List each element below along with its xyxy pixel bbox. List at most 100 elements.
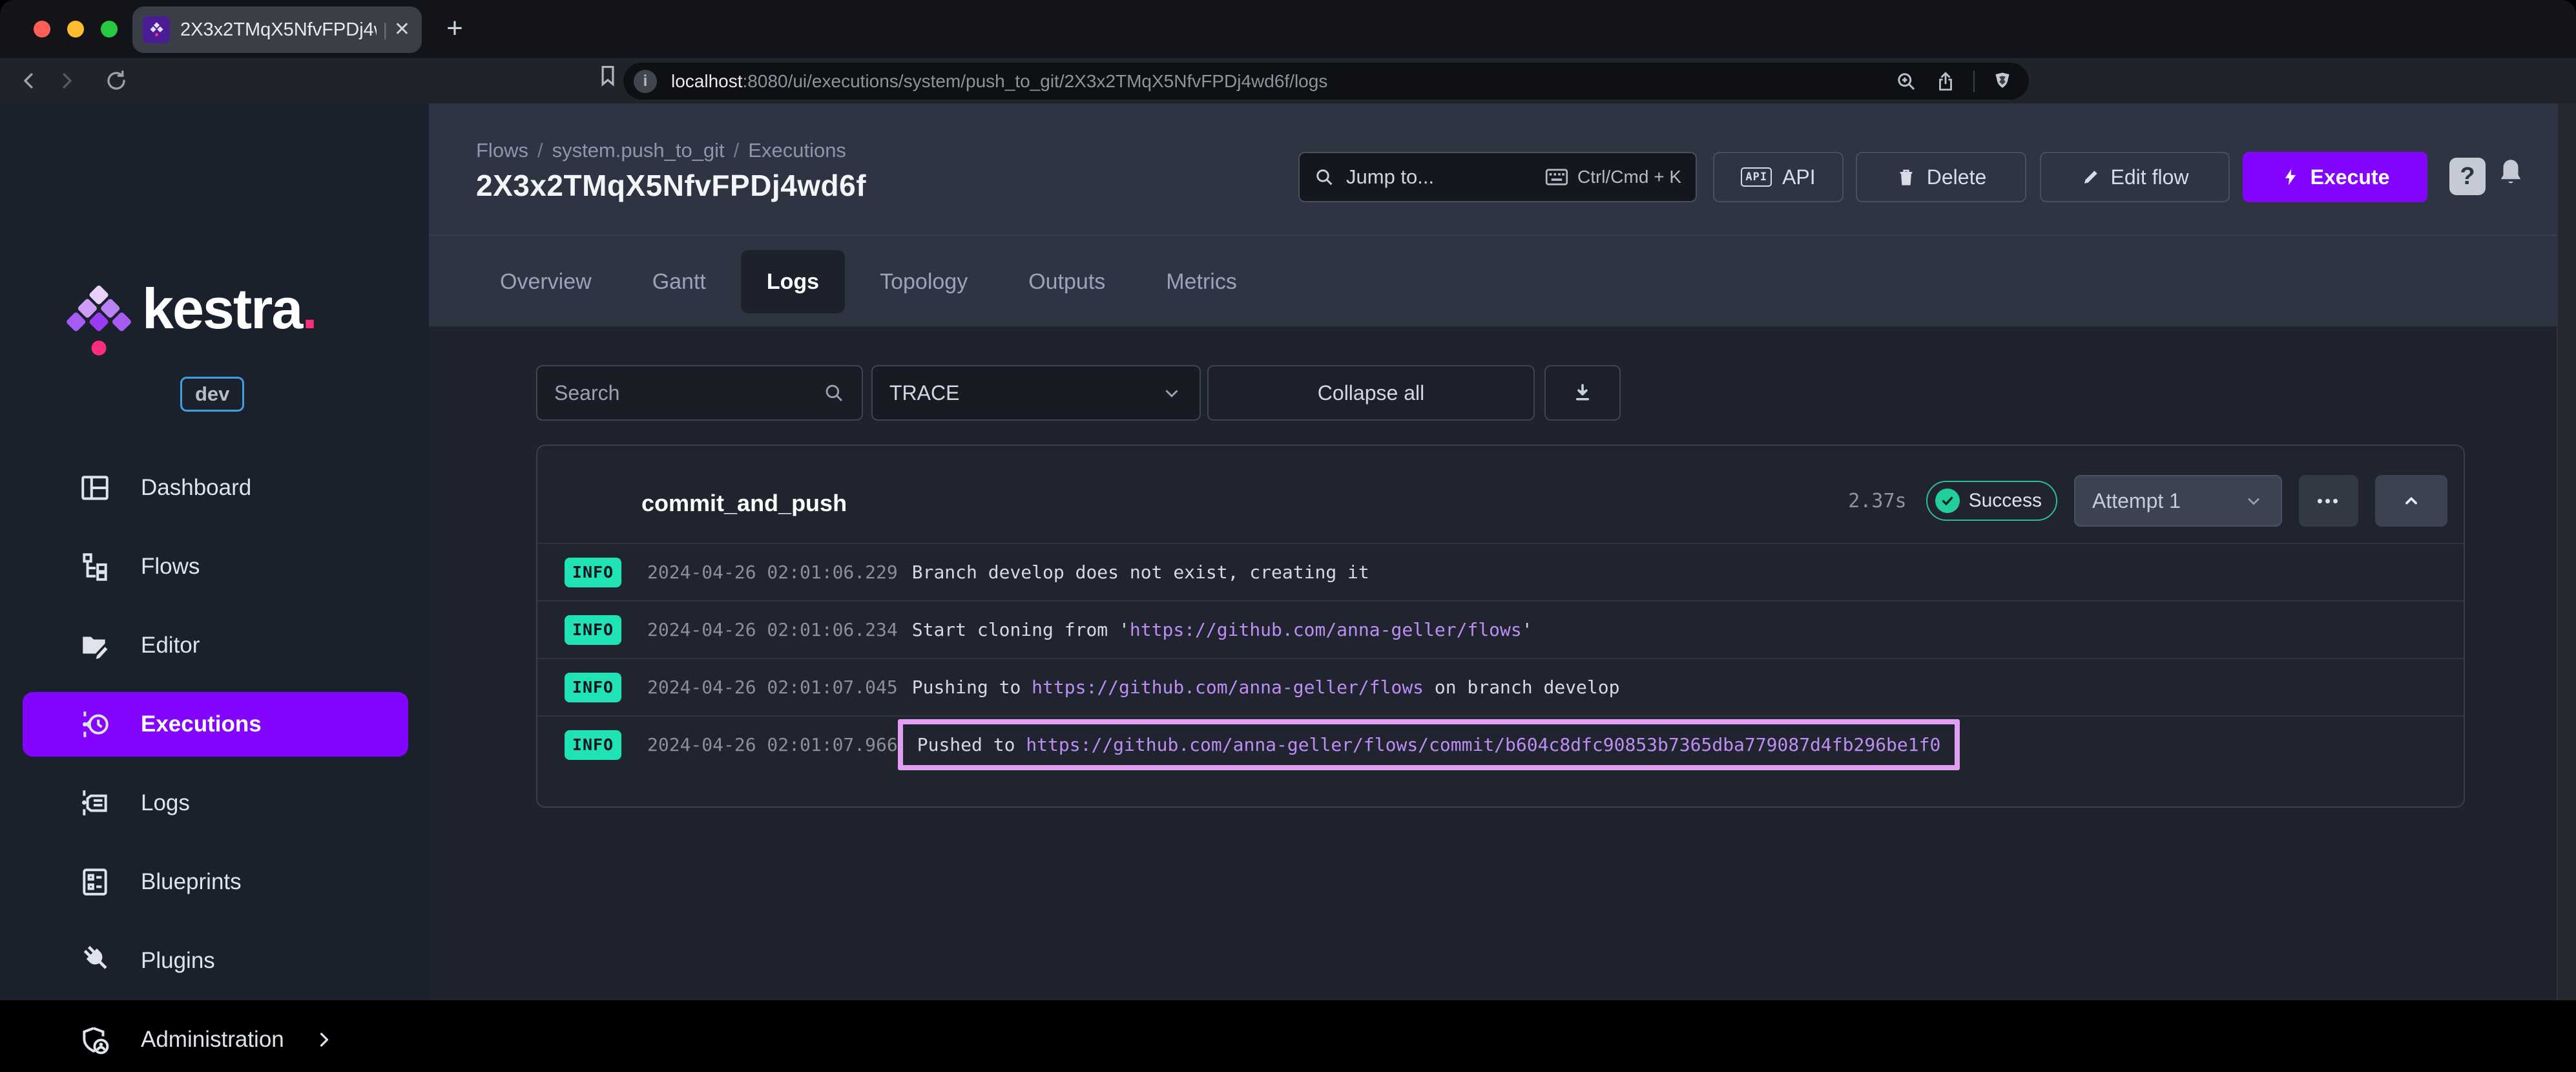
divider [1973, 70, 1975, 92]
log-level-badge: INFO [565, 730, 621, 760]
address-bar[interactable]: i localhost:8080/ui/executions/system/pu… [623, 63, 2029, 100]
kestra-favicon-icon [143, 16, 170, 43]
tab-logs[interactable]: Logs [741, 250, 845, 313]
sidebar-item-executions[interactable]: Executions [23, 692, 408, 757]
browser-titlebar: 2X3x2TMqX5NfvFPDj4wd6f | ✕ + [0, 0, 2576, 58]
sidebar-menu: Dashboard Flows Editor Executions Logs Bluepr… [0, 456, 429, 1072]
new-tab-button[interactable]: + [438, 12, 472, 45]
check-circle-icon [1935, 489, 1960, 513]
sidebar-item-administration[interactable]: Administration [23, 1007, 408, 1072]
log-timestamp: 2024-04-26 02:01:06.234 [647, 619, 898, 640]
delete-button-label: Delete [1927, 165, 1987, 189]
site-info-icon[interactable]: i [634, 70, 657, 93]
delete-button[interactable]: Delete [1856, 152, 2026, 202]
task-duration: 2.37s [1848, 490, 1906, 512]
log-row: INFO 2024-04-26 02:01:07.045 Pushing to ht… [537, 658, 2464, 715]
log-message-highlighted: Pushed to https://github.com/anna-geller… [898, 719, 1960, 770]
sidebar-item-plugins[interactable]: Plugins [23, 929, 408, 993]
log-message: Pushing to https://github.com/anna-gelle… [912, 677, 1620, 698]
tab-title: 2X3x2TMqX5NfvFPDj4wd6f [180, 19, 377, 41]
tab-close-icon[interactable]: ✕ [394, 20, 410, 39]
log-message: Start cloning from 'https://github.com/a… [912, 619, 1533, 640]
logs-icon [78, 786, 112, 821]
task-more-button[interactable]: ••• [2299, 475, 2358, 527]
edit-flow-button[interactable]: Edit flow [2040, 152, 2230, 202]
tab-gantt[interactable]: Gantt [627, 250, 732, 313]
sidebar-item-editor[interactable]: Editor [23, 613, 408, 678]
lightning-icon [2281, 167, 2300, 187]
download-logs-button[interactable] [1544, 365, 1621, 421]
log-link[interactable]: https://github.com/anna-geller/flows [1130, 619, 1522, 640]
window-zoom-button[interactable] [101, 21, 118, 37]
api-chip-icon: API [1741, 167, 1772, 187]
log-row: INFO2024-04-26 02:01:06.229Branch develo… [537, 543, 2464, 600]
download-icon [1571, 381, 1594, 405]
log-text: Start cloning from ' [912, 619, 1130, 640]
log-text: Pushed to [917, 734, 1026, 755]
log-rows: INFO 2024-04-26 02:01:06.229 Branch develo… [537, 543, 2464, 773]
sidebar-item-blueprints[interactable]: Blueprints [23, 850, 408, 914]
tab-outputs[interactable]: Outputs [1002, 250, 1131, 313]
dashboard-icon [78, 470, 112, 505]
log-search-input[interactable]: Search [536, 365, 863, 421]
notifications-bell-icon[interactable] [2496, 157, 2526, 189]
brave-shield-icon[interactable] [1991, 70, 2013, 93]
sidebar-item-dashboard[interactable]: Dashboard [23, 456, 408, 520]
log-message: Branch develop does not exist, creating … [912, 562, 1369, 583]
zoom-page-icon[interactable] [1895, 70, 1918, 93]
sidebar-item-logs[interactable]: Logs [23, 771, 408, 836]
jump-to-shortcut: Ctrl/Cmd + K [1577, 167, 1681, 187]
api-button[interactable]: API API [1713, 152, 1844, 202]
log-search-placeholder: Search [554, 381, 619, 405]
plugins-icon [78, 943, 112, 978]
administration-icon [78, 1022, 112, 1057]
jump-to-placeholder: Jump to... [1346, 165, 1545, 189]
share-icon[interactable] [1935, 70, 1957, 92]
sidebar-item-label: Executions [141, 711, 262, 737]
bookmark-icon[interactable] [596, 63, 620, 88]
task-name: commit_and_push [641, 490, 847, 517]
sidebar-item-flows[interactable]: Flows [23, 534, 408, 599]
back-icon[interactable] [12, 63, 48, 99]
blueprints-icon [78, 865, 112, 899]
sidebar-item-label: Flows [141, 554, 200, 580]
tab-topology[interactable]: Topology [854, 250, 993, 313]
window-minimize-button[interactable] [67, 21, 84, 37]
log-link[interactable]: https://github.com/anna-geller/flows [1032, 677, 1424, 698]
attempt-select[interactable]: Attempt 1 [2074, 475, 2282, 527]
kestra-logo-icon [65, 283, 132, 359]
execute-button[interactable]: Execute [2243, 152, 2427, 202]
window-close-button[interactable] [34, 21, 50, 37]
browser-tab[interactable]: 2X3x2TMqX5NfvFPDj4wd6f | ✕ [132, 6, 422, 53]
task-collapse-button[interactable] [2375, 475, 2447, 527]
help-icon[interactable]: ? [2449, 158, 2486, 195]
pencil-icon [2081, 167, 2101, 187]
kestra-logo[interactable]: kestra. [65, 283, 317, 359]
log-level-select[interactable]: TRACE [871, 365, 1201, 421]
logo-dot: . [302, 277, 316, 341]
reload-icon[interactable] [98, 63, 134, 99]
log-timestamp: 2024-04-26 02:01:07.045 [647, 677, 898, 698]
log-level-badge: INFO [565, 673, 621, 702]
page-scrollbar[interactable] [2557, 103, 2576, 1000]
log-level-value: TRACE [889, 381, 959, 405]
sidebar-item-label: Editor [141, 633, 200, 658]
attempt-value: Attempt 1 [2092, 489, 2181, 513]
tab-metrics[interactable]: Metrics [1140, 250, 1263, 313]
log-timestamp: 2024-04-26 02:01:06.229 [647, 562, 898, 583]
sidebar-item-label: Administration [141, 1027, 284, 1053]
jump-to-search[interactable]: Jump to... Ctrl/Cmd + K [1298, 152, 1697, 202]
chevron-down-icon [1161, 382, 1183, 404]
executions-icon [78, 707, 112, 742]
log-link[interactable]: https://github.com/anna-geller/flows/com… [1026, 734, 1940, 755]
keyboard-icon [1545, 167, 1568, 187]
sidebar-item-label: Blueprints [141, 869, 242, 895]
collapse-all-button[interactable]: Collapse all [1207, 365, 1535, 421]
page-header: Flows/system.push_to_git/Executions 2X3x… [429, 103, 2557, 235]
log-text: Pushing to [912, 677, 1032, 698]
log-text: on branch develop [1424, 677, 1619, 698]
log-row: INFO2024-04-26 02:01:07.966Pushed to htt… [537, 715, 2464, 773]
forward-icon[interactable] [48, 63, 84, 99]
tab-overview[interactable]: Overview [474, 250, 618, 313]
chevron-right-icon [313, 1028, 336, 1051]
